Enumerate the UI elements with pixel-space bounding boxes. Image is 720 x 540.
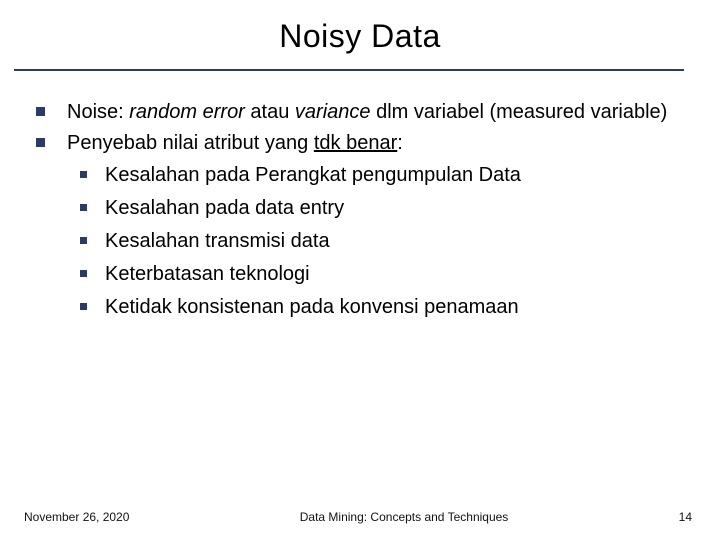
slide: Noisy Data Noise: random error atau vari…: [0, 0, 720, 540]
footer-date: November 26, 2020: [24, 510, 129, 524]
text: Noise:: [67, 101, 129, 123]
square-bullet-icon: [36, 138, 45, 147]
italic-text: variance: [295, 101, 371, 123]
footer: November 26, 2020 Data Mining: Concepts …: [0, 510, 720, 524]
text: atau: [245, 101, 295, 123]
italic-text: random error: [129, 101, 245, 123]
square-bullet-icon: [80, 303, 87, 310]
sub-bullet-item: Kesalahan pada Perangkat pengumpulan Dat…: [36, 161, 690, 190]
bullet-item-2: Penyebab nilai atribut yang tdk benar:: [36, 130, 690, 157]
bullet-item-1: Noise: random error atau variance dlm va…: [36, 99, 690, 126]
text: :: [397, 132, 403, 154]
square-bullet-icon: [80, 237, 87, 244]
square-bullet-icon: [36, 107, 45, 116]
square-bullet-icon: [80, 171, 87, 178]
slide-title: Noisy Data: [0, 18, 720, 55]
underline-text: tdk benar: [314, 132, 397, 154]
sub-bullet-text: Kesalahan transmisi data: [105, 227, 330, 256]
content-area: Noise: random error atau variance dlm va…: [0, 71, 720, 322]
sub-bullet-item: Keterbatasan teknologi: [36, 260, 690, 289]
footer-page-number: 14: [679, 510, 692, 524]
text: Penyebab nilai atribut yang: [67, 132, 314, 154]
sub-bullet-item: Kesalahan pada data entry: [36, 194, 690, 223]
bullet-text-1: Noise: random error atau variance dlm va…: [67, 99, 667, 126]
sub-bullet-text: Ketidak konsistenan pada konvensi penama…: [105, 293, 519, 322]
sub-bullet-item: Ketidak konsistenan pada konvensi penama…: [36, 293, 690, 322]
footer-center: Data Mining: Concepts and Techniques: [129, 510, 678, 524]
bullet-text-2: Penyebab nilai atribut yang tdk benar:: [67, 130, 403, 157]
sub-bullet-text: Kesalahan pada data entry: [105, 194, 344, 223]
square-bullet-icon: [80, 270, 87, 277]
sub-bullet-text: Keterbatasan teknologi: [105, 260, 310, 289]
text: dlm variabel (measured variable): [371, 101, 668, 123]
title-area: Noisy Data: [0, 0, 720, 55]
square-bullet-icon: [80, 204, 87, 211]
sub-bullet-text: Kesalahan pada Perangkat pengumpulan Dat…: [105, 161, 521, 190]
sub-bullet-item: Kesalahan transmisi data: [36, 227, 690, 256]
